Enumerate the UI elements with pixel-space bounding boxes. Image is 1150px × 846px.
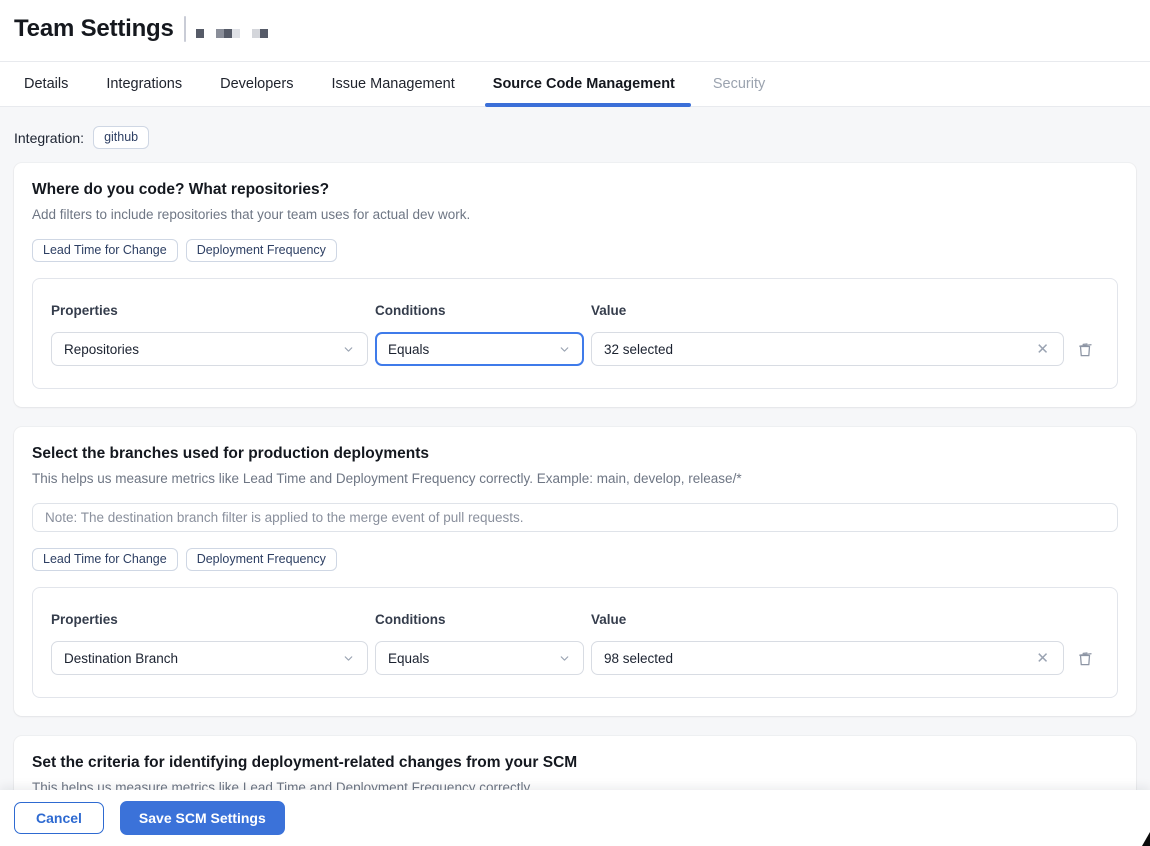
delete-filter-button[interactable] (1071, 332, 1099, 366)
redacted-block (251, 28, 268, 38)
title-divider (183, 16, 186, 42)
tab-integrations[interactable]: Integrations (104, 62, 184, 106)
integration-row: Integration: github (14, 126, 1136, 149)
integration-label: Integration: (14, 129, 85, 146)
property-select-value: Repositories (64, 341, 140, 357)
save-scm-settings-button[interactable]: Save SCM Settings (119, 801, 285, 835)
condition-select[interactable]: Equals (375, 641, 584, 675)
metric-tags-row: Lead Time for Change Deployment Frequenc… (32, 548, 1118, 571)
value-multiselect[interactable]: 98 selected ✕ (591, 641, 1064, 675)
metric-tag-lead-time: Lead Time for Change (32, 239, 178, 262)
page-header: Team Settings (0, 0, 1150, 62)
property-select[interactable]: Repositories (51, 332, 368, 366)
value-selected-count: 98 selected (604, 650, 674, 666)
clear-selection-icon[interactable]: ✕ (1034, 340, 1051, 359)
branch-note-input[interactable] (32, 503, 1118, 532)
chevron-down-icon (344, 346, 353, 352)
trash-icon (1079, 651, 1092, 665)
condition-select-value: Equals (388, 650, 430, 666)
settings-tabbar: Details Integrations Developers Issue Ma… (0, 62, 1150, 107)
tab-security: Security (712, 76, 766, 92)
trash-icon (1079, 342, 1092, 356)
repositories-filter-panel: Properties Conditions Value Repositories… (32, 278, 1118, 389)
card-subtitle: Add filters to include repositories that… (32, 207, 471, 222)
redacted-block (195, 28, 204, 38)
value-column-label: Value (591, 303, 627, 318)
action-footer: Cancel Save SCM Settings (0, 790, 1150, 846)
card-title: Where do you code? What repositories? (32, 181, 330, 198)
delete-filter-button[interactable] (1071, 641, 1099, 675)
metric-tag-deployment-frequency: Deployment Frequency (185, 548, 337, 571)
title-row: Team Settings (14, 15, 1136, 43)
chevron-down-icon (344, 655, 353, 661)
page-title: Team Settings (14, 15, 174, 42)
card-subtitle: This helps us measure metrics like Lead … (32, 471, 742, 486)
tab-issue-management[interactable]: Issue Management (329, 62, 456, 106)
clear-selection-icon[interactable]: ✕ (1034, 649, 1051, 668)
metric-tag-lead-time: Lead Time for Change (32, 548, 178, 571)
scm-settings-content: Integration: github Where do you code? W… (0, 126, 1150, 846)
value-selected-count: 32 selected (604, 341, 674, 357)
conditions-column-label: Conditions (375, 612, 446, 627)
tab-details[interactable]: Details (22, 62, 70, 106)
card-repositories: Where do you code? What repositories? Ad… (14, 163, 1136, 407)
property-select-value: Destination Branch (64, 650, 179, 666)
value-multiselect[interactable]: 32 selected ✕ (591, 332, 1064, 366)
cancel-button[interactable]: Cancel (14, 802, 104, 834)
conditions-column-label: Conditions (375, 303, 446, 318)
tab-source-code-management[interactable]: Source Code Management (484, 62, 691, 107)
properties-column-label: Properties (51, 612, 118, 627)
chevron-down-icon (560, 655, 569, 661)
card-title: Select the branches used for production … (32, 445, 430, 462)
metric-tag-deployment-frequency: Deployment Frequency (185, 239, 337, 262)
condition-select-value: Equals (388, 341, 430, 357)
chevron-down-icon (560, 346, 569, 352)
tab-developers[interactable]: Developers (218, 62, 295, 106)
card-title: Set the criteria for identifying deploym… (32, 754, 578, 771)
metric-tags-row: Lead Time for Change Deployment Frequenc… (32, 239, 1118, 262)
integration-chip-github: github (93, 126, 150, 149)
redacted-block (215, 28, 240, 38)
condition-select[interactable]: Equals (375, 332, 584, 366)
value-column-label: Value (591, 612, 627, 627)
branches-filter-panel: Properties Conditions Value Destination … (32, 587, 1118, 698)
card-branches: Select the branches used for production … (14, 427, 1136, 716)
properties-column-label: Properties (51, 303, 118, 318)
redacted-breadcrumb (195, 28, 268, 38)
property-select[interactable]: Destination Branch (51, 641, 368, 675)
